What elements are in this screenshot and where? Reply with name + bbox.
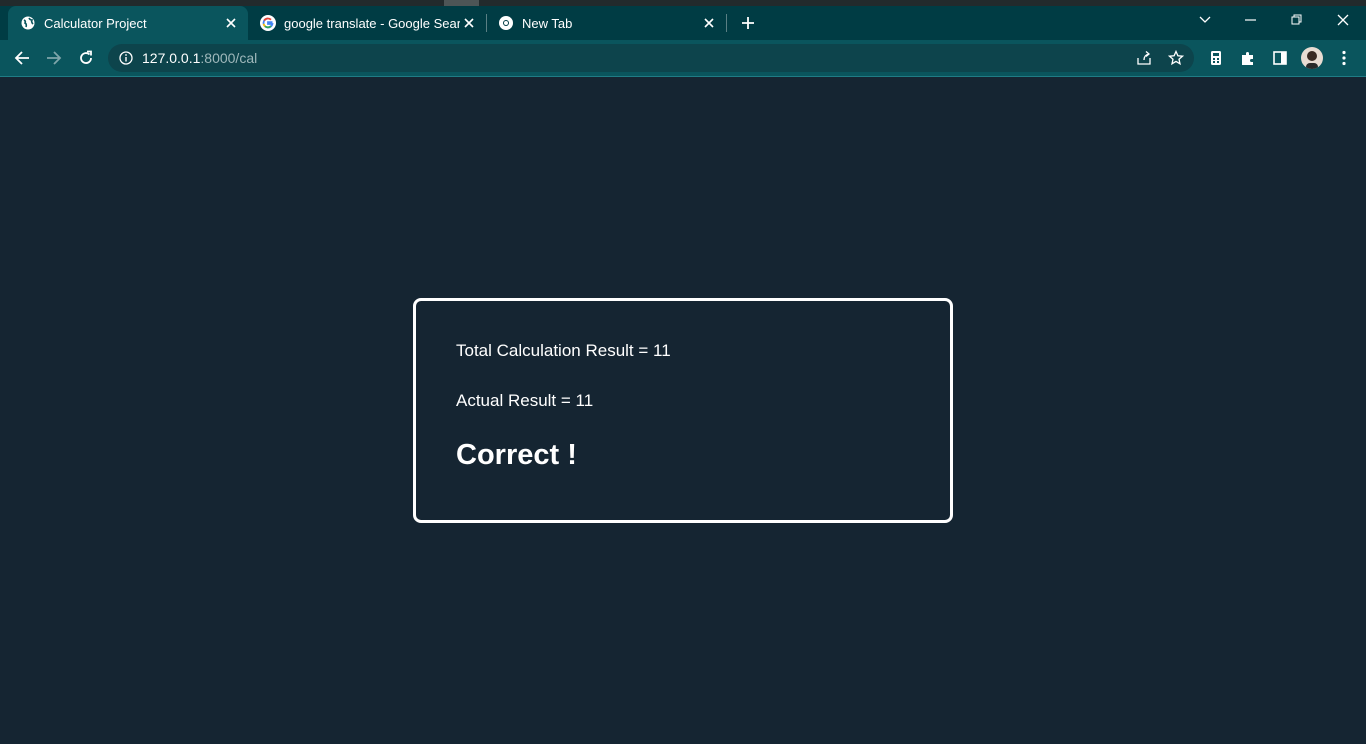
avatar-icon xyxy=(1306,51,1318,69)
url-text: 127.0.0.1:8000/cal xyxy=(142,50,257,66)
plus-icon xyxy=(742,17,754,29)
tab-title: google translate - Google Search xyxy=(284,15,460,31)
total-calculation-result: Total Calculation Result = 11 xyxy=(456,341,671,360)
share-icon xyxy=(1137,51,1151,65)
extensions-button[interactable] xyxy=(1238,48,1258,68)
kebab-menu-icon xyxy=(1342,50,1346,66)
tab-calculator-project[interactable]: Calculator Project xyxy=(8,6,248,40)
tab-title: Calculator Project xyxy=(44,15,147,31)
restore-icon xyxy=(1291,14,1302,25)
restore-button[interactable] xyxy=(1282,8,1312,32)
minimize-button[interactable] xyxy=(1236,8,1266,32)
url-host: 127.0.0.1 xyxy=(142,50,201,66)
globe-icon xyxy=(20,15,36,31)
google-g-icon xyxy=(260,15,276,31)
info-icon[interactable] xyxy=(118,50,134,66)
tab-search-button[interactable] xyxy=(1190,8,1220,32)
address-bar[interactable]: 127.0.0.1:8000/cal xyxy=(108,44,1194,72)
tab-title: New Tab xyxy=(522,15,573,31)
extension-button[interactable] xyxy=(1206,48,1226,68)
actual-result: Actual Result = 11 xyxy=(456,391,594,410)
forward-arrow-icon xyxy=(47,51,62,65)
close-icon[interactable] xyxy=(700,14,718,32)
calculator-extension-icon xyxy=(1211,51,1221,65)
minimize-icon xyxy=(1245,19,1256,21)
result-card: Total Calculation Result = 11 Actual Res… xyxy=(413,298,953,523)
tab-google-translate[interactable]: google translate - Google Search xyxy=(248,6,486,40)
side-panel-button[interactable] xyxy=(1270,48,1290,68)
close-icon xyxy=(1337,14,1349,26)
share-button[interactable] xyxy=(1134,48,1154,68)
close-window-button[interactable] xyxy=(1328,8,1358,32)
close-icon[interactable] xyxy=(222,14,240,32)
chevron-down-icon xyxy=(1199,16,1211,23)
chrome-icon xyxy=(498,15,514,31)
menu-button[interactable] xyxy=(1334,48,1354,68)
new-tab-button[interactable] xyxy=(737,12,759,34)
browser-toolbar: 127.0.0.1:8000/cal xyxy=(0,40,1366,76)
forward-button[interactable] xyxy=(42,46,66,70)
verdict-text: Correct ! xyxy=(456,439,577,471)
reload-icon xyxy=(80,50,92,64)
profile-avatar[interactable] xyxy=(1301,47,1323,69)
puzzle-icon xyxy=(1242,52,1253,65)
tab-separator xyxy=(726,14,727,32)
toolbar-divider xyxy=(0,76,1366,77)
bookmark-button[interactable] xyxy=(1166,48,1186,68)
reload-button[interactable] xyxy=(74,46,98,70)
close-icon[interactable] xyxy=(460,14,478,32)
tab-new-tab[interactable]: New Tab xyxy=(486,6,726,40)
browser-titlebar: Calculator Project google translate - Go… xyxy=(0,0,1366,40)
back-arrow-icon xyxy=(14,51,29,65)
star-icon xyxy=(1168,50,1184,66)
back-button[interactable] xyxy=(10,46,34,70)
side-panel-icon xyxy=(1273,51,1287,65)
url-path: :8000/cal xyxy=(200,50,258,66)
